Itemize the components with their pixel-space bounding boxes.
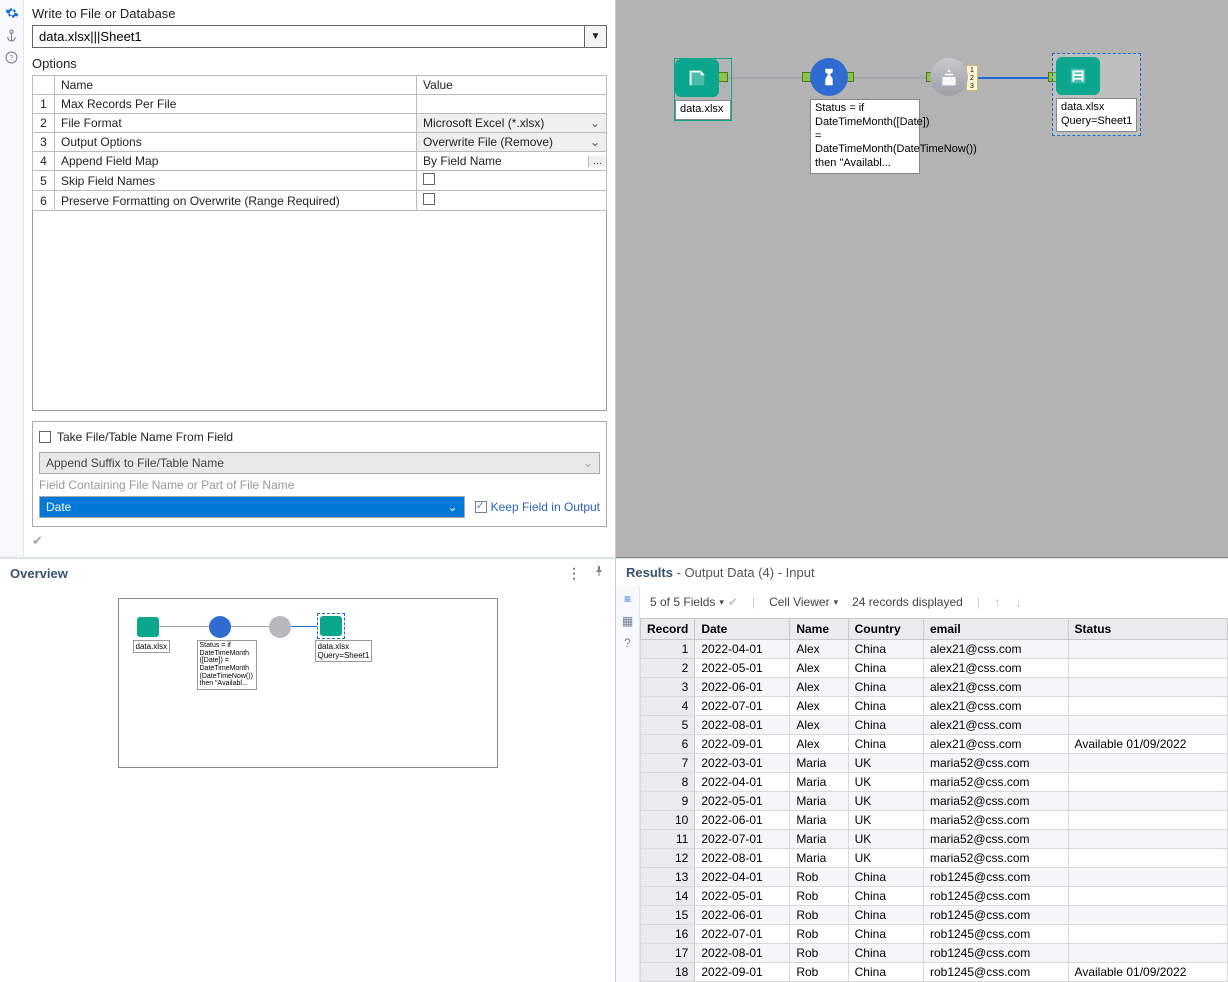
table-row[interactable]: 122022-08-01MariaUKmaria52@css.com [641,849,1228,868]
anchor-icon[interactable] [5,28,19,42]
overview-pane: Overview ⋮ data.xlsx Status = ifDateTime… [0,558,616,982]
pin-icon[interactable] [593,565,605,582]
input-tool[interactable]: data.xlsx [674,58,732,121]
file-dropdown-button[interactable]: ▼ [585,25,607,48]
option-2-name: File Format [55,114,417,133]
table-row[interactable]: 82022-04-01MariaUKmaria52@css.com [641,773,1228,792]
output-tool-label: data.xlsxQuery=Sheet1 [1056,98,1137,132]
keep-field-checkbox[interactable] [475,501,487,513]
take-file-checkbox[interactable] [39,431,51,443]
col-name[interactable]: Name [790,619,848,640]
table-row[interactable]: 152022-06-01RobChinarob1245@css.com [641,906,1228,925]
option-5-name: Skip Field Names [55,171,417,191]
field-hint-label: Field Containing File Name or Part of Fi… [39,478,600,492]
browse-tool[interactable] [930,58,968,96]
table-row[interactable]: 102022-06-01MariaUKmaria52@css.com [641,811,1228,830]
prev-icon[interactable]: ↑ [994,594,1001,610]
config-title: Write to File or Database [32,6,607,21]
take-file-label: Take File/Table Name From Field [57,430,233,444]
option-5-checkbox[interactable] [423,173,435,185]
table-row[interactable]: 32022-06-01AlexChinaalex21@css.com [641,678,1228,697]
overview-title: Overview [10,566,68,581]
table-row[interactable]: 22022-05-01AlexChinaalex21@css.com [641,659,1228,678]
gear-icon[interactable] [5,6,19,20]
file-from-field-group: Take File/Table Name From Field Append S… [32,421,607,527]
append-mode-select[interactable]: Append Suffix to File/Table Name [39,452,600,474]
file-path-input[interactable] [32,25,585,48]
records-label: 24 records displayed [852,595,963,609]
table-row[interactable]: 12022-04-01AlexChinaalex21@css.com [641,640,1228,659]
option-6-checkbox[interactable] [423,193,435,205]
table-row[interactable]: 182022-09-01RobChinarob1245@css.comAvail… [641,963,1228,982]
results-pane: Results - Output Data (4) - Input ≡ ▦ ? … [616,558,1228,982]
col-country[interactable]: Country [848,619,923,640]
fields-dropdown[interactable]: 5 of 5 Fields ▾ ✔ [650,595,738,609]
more-icon[interactable]: ⋮ [567,565,581,582]
col-date[interactable]: Date [695,619,790,640]
table-row[interactable]: 142022-05-01RobChinarob1245@css.com [641,887,1228,906]
svg-text:?: ? [10,55,14,62]
option-4-name: Append Field Map [55,152,417,171]
help-icon[interactable]: ? [624,636,631,650]
next-icon[interactable]: ↓ [1015,594,1022,610]
cell-viewer-dropdown[interactable]: Cell Viewer ▾ [769,595,838,609]
table-row[interactable]: 132022-04-01RobChinarob1245@css.com [641,868,1228,887]
col-email[interactable]: email [923,619,1068,640]
workflow-canvas[interactable]: 123 data.xlsx Status = if DateTimeMonth(… [616,0,1228,558]
formula-tool-label: Status = if DateTimeMonth([Date]) = Date… [810,99,920,174]
options-label: Options [32,56,607,71]
table-row[interactable]: 162022-07-01RobChinarob1245@css.com [641,925,1228,944]
table-row[interactable]: 112022-07-01MariaUKmaria52@css.com [641,830,1228,849]
results-grid[interactable]: RecordDateNameCountryemailStatus12022-04… [640,618,1228,982]
table-row[interactable]: 62022-09-01AlexChinaalex21@css.comAvaila… [641,735,1228,754]
col-value: Value [417,76,607,95]
option-1-name: Max Records Per File [55,95,417,114]
grid-icon[interactable]: ▦ [622,614,633,628]
overview-canvas[interactable]: data.xlsx Status = ifDateTimeMonth([Date… [118,598,498,768]
keep-field-label: Keep Field in Output [491,500,600,514]
config-pane: ? Write to File or Database ▼ Options Na… [0,0,616,558]
col-status[interactable]: Status [1068,619,1227,640]
input-tool-label: data.xlsx [675,100,731,120]
table-row[interactable]: 52022-08-01AlexChinaalex21@css.com [641,716,1228,735]
output-tool-selection[interactable]: data.xlsxQuery=Sheet1 [1052,53,1141,136]
results-toolbar: 5 of 5 Fields ▾ ✔ | Cell Viewer ▾ 24 rec… [640,586,1228,618]
field-map-button[interactable]: … [588,156,606,167]
table-row[interactable]: 92022-05-01MariaUKmaria52@css.com [641,792,1228,811]
config-tab-strip: ? [0,0,24,557]
options-table: NameValue 1Max Records Per File2File For… [32,75,607,211]
table-row[interactable]: 42022-07-01AlexChinaalex21@css.com [641,697,1228,716]
option-6-name: Preserve Formatting on Overwrite (Range … [55,191,417,211]
results-title: Results - Output Data (4) - Input [616,559,1228,586]
results-tab-strip: ≡ ▦ ? [616,586,640,982]
option-3-dropdown[interactable]: Overwrite File (Remove) [417,133,606,151]
list-icon[interactable]: ≡ [624,592,631,606]
option-3-name: Output Options [55,133,417,152]
table-row[interactable]: 172022-08-01RobChinarob1245@css.com [641,944,1228,963]
status-ok-icon: ✔ [32,533,43,549]
option-2-dropdown[interactable]: Microsoft Excel (*.xlsx) [417,114,606,132]
col-record[interactable]: Record [641,619,695,640]
help-icon[interactable]: ? [5,50,19,64]
formula-tool[interactable]: Status = if DateTimeMonth([Date]) = Date… [810,58,920,174]
table-row[interactable]: 72022-03-01MariaUKmaria52@css.com [641,754,1228,773]
field-select[interactable]: Date [39,496,465,518]
col-name: Name [55,76,417,95]
